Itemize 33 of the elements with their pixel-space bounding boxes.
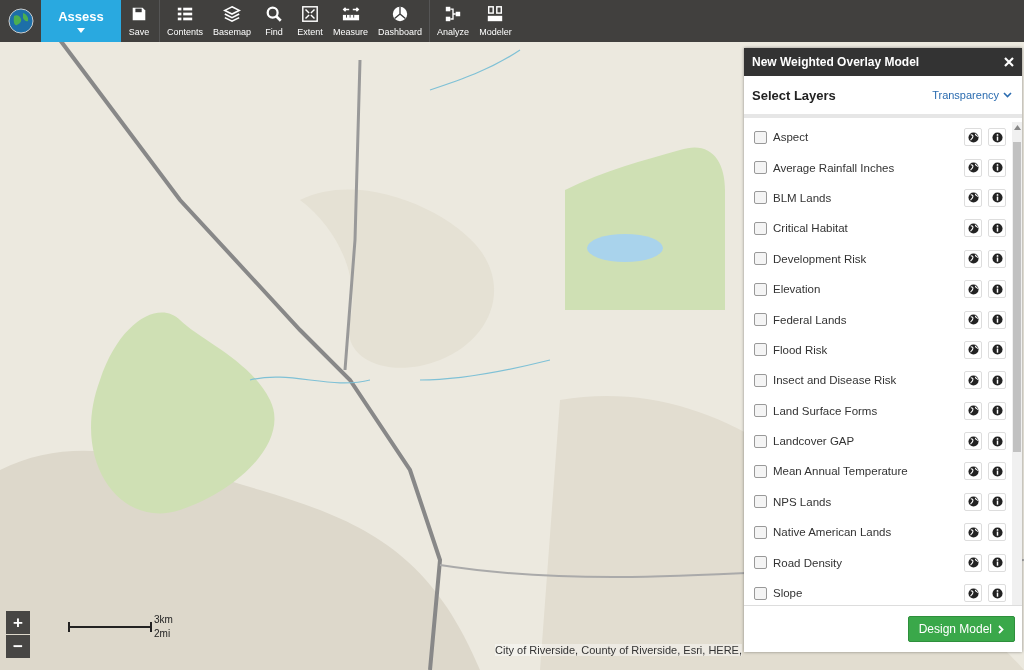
transparency-link[interactable]: Transparency xyxy=(932,89,1012,101)
map-attribution: City of Riverside, County of Riverside, Esri, HERE, xyxy=(495,644,742,656)
layer-label: BLM Lands xyxy=(773,191,833,204)
layer-label: Elevation xyxy=(773,283,822,296)
section-title: Select Layers xyxy=(752,87,836,103)
toolbar-button[interactable]: Extent xyxy=(292,0,329,42)
layer-label: Average Rainfall Inches xyxy=(773,161,896,174)
layer-label: Flood Risk xyxy=(773,343,829,356)
layer-label: Land Surface Forms xyxy=(773,404,879,417)
scale-label: 3km xyxy=(154,614,173,625)
zoom-in-button[interactable]: + xyxy=(6,611,30,634)
layer-label: Critical Habitat xyxy=(773,222,849,235)
toolbar-button[interactable]: Basemap xyxy=(208,0,257,42)
layer-label: Aspect xyxy=(773,131,810,144)
toolbar-button[interactable]: Modeler xyxy=(474,0,517,42)
layer-label: Landcover GAP xyxy=(773,435,856,448)
toolbar-button[interactable]: Save xyxy=(121,0,157,42)
layer-label: Slope xyxy=(773,587,804,600)
zoom-out-button[interactable]: − xyxy=(6,635,30,658)
layer-label: Road Density xyxy=(773,556,844,569)
toolbar-button[interactable]: Measure xyxy=(328,0,374,42)
panel-title: New Weighted Overlay Model xyxy=(752,55,920,69)
layer-label: Mean Annual Temperature xyxy=(773,465,909,478)
toolbar-button[interactable]: Analyze xyxy=(432,0,475,42)
toolbar-button[interactable]: Dashboard xyxy=(373,0,428,42)
layer-label: Insect and Disease Risk xyxy=(773,374,898,387)
layer-label: NPS Lands xyxy=(773,495,833,508)
toolbar-button[interactable]: Contents xyxy=(162,0,209,42)
layer-label: Federal Lands xyxy=(773,313,848,326)
layer-label: Development Risk xyxy=(773,252,868,265)
scale-label: 2mi xyxy=(154,628,171,639)
toolbar-button[interactable]: Find xyxy=(256,0,293,42)
layer-label: Native American Lands xyxy=(773,526,893,539)
